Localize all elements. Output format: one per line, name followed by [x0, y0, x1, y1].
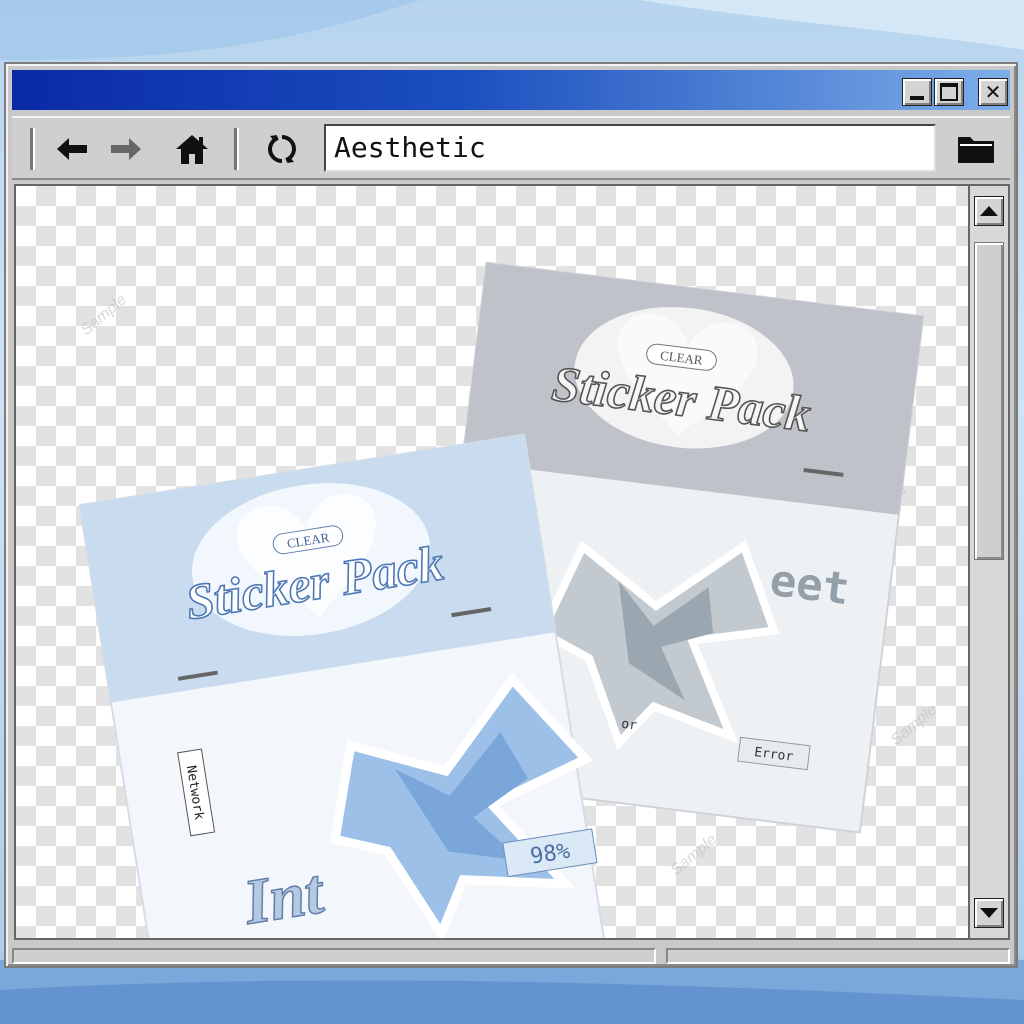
triangle-up-icon: [980, 206, 998, 216]
image-viewport: Sample Sample Sample Sample Sample Sampl…: [14, 184, 970, 940]
browser-window: ✕ Aesthetic Sample Sample Sample CLEAR S…: [4, 62, 1018, 968]
status-panel-right: [666, 948, 1010, 964]
folder-icon: [958, 137, 994, 163]
home-icon: [176, 135, 208, 164]
minimize-icon: [910, 96, 924, 100]
status-bar: [12, 948, 1010, 964]
status-panel-left: [12, 948, 656, 964]
scroll-down-button[interactable]: [974, 898, 1004, 928]
address-field[interactable]: Aesthetic: [324, 124, 936, 172]
close-button[interactable]: ✕: [978, 78, 1008, 106]
scroll-thumb[interactable]: [974, 242, 1004, 560]
vertical-scrollbar[interactable]: [970, 184, 1010, 940]
triangle-down-icon: [980, 908, 998, 918]
refresh-button[interactable]: [260, 128, 304, 170]
forward-arrow-icon: [111, 138, 141, 160]
maximize-icon: [940, 83, 958, 101]
refresh-icon: [268, 135, 296, 163]
minimize-button[interactable]: [902, 78, 932, 106]
toolbar-divider: [234, 128, 237, 170]
title-bar[interactable]: ✕: [12, 70, 1010, 110]
folder-button[interactable]: [946, 126, 1006, 172]
scroll-up-button[interactable]: [974, 196, 1004, 226]
toolbar: Aesthetic: [12, 116, 1010, 180]
sticker-text: Int: [238, 855, 330, 938]
maximize-button[interactable]: [934, 78, 964, 106]
back-button[interactable]: [50, 128, 94, 170]
toolbar-divider: [30, 128, 33, 170]
close-icon: ✕: [984, 80, 1002, 104]
sticker-pack-blue: CLEAR Sticker Pack Int 98% Network: [78, 433, 607, 938]
back-arrow-icon: [57, 138, 87, 160]
home-button[interactable]: [170, 128, 214, 170]
forward-button[interactable]: [104, 128, 148, 170]
